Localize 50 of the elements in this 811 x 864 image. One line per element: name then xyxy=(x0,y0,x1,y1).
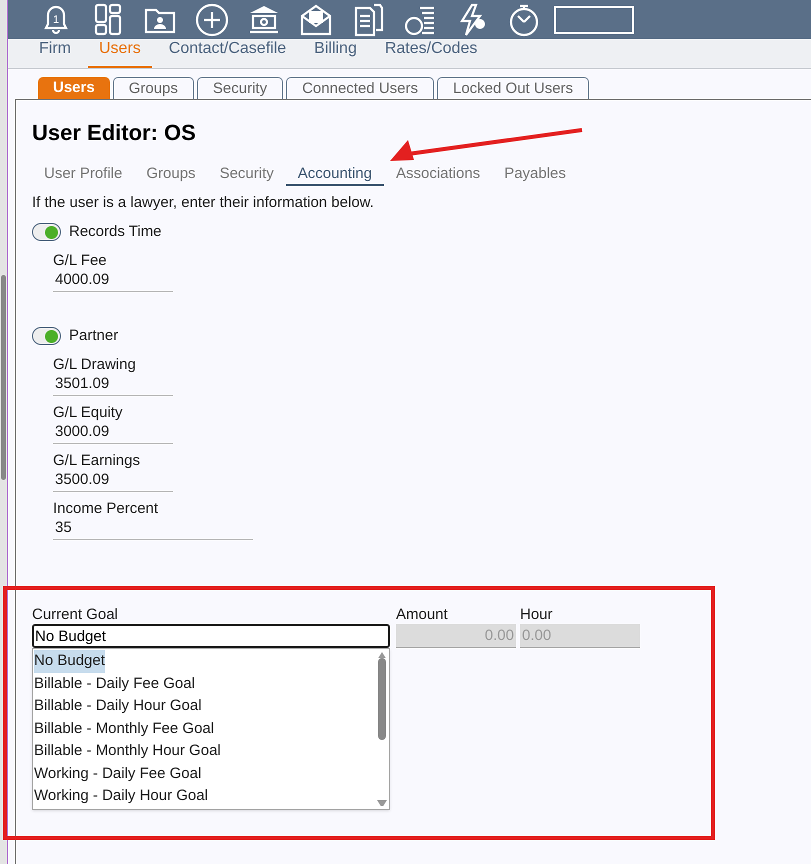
dropdown-option[interactable]: Billable - Daily Fee Goal xyxy=(34,672,373,695)
dropdown-option[interactable]: Working - Daily Fee Goal xyxy=(34,762,373,785)
field-label: G/L Equity xyxy=(53,403,124,422)
search-field[interactable] xyxy=(554,6,634,34)
intro-text: If the user is a lawyer, enter their information below. xyxy=(32,193,375,212)
nav-tab[interactable]: Firm xyxy=(28,37,82,68)
input-field: 0.00 xyxy=(520,624,640,648)
field-label: Current Goal xyxy=(32,605,119,624)
sub-tab[interactable]: Connected Users xyxy=(286,77,434,99)
section-tab[interactable]: Groups xyxy=(134,164,208,186)
section-tab[interactable]: Accounting xyxy=(286,164,384,186)
field-label: Income Percent xyxy=(53,499,160,518)
input-field[interactable]: 35 xyxy=(53,518,253,540)
input-field[interactable]: 3000.09 xyxy=(53,422,173,444)
scroll-thumb[interactable] xyxy=(378,658,386,740)
goal-input[interactable]: No Budget xyxy=(32,624,390,648)
section-tab[interactable]: Security xyxy=(208,164,286,186)
dropdown-option[interactable]: Billable - Monthly Fee Goal xyxy=(34,718,373,740)
scroll-down-icon[interactable] xyxy=(377,800,387,806)
toggle-switch[interactable] xyxy=(32,223,61,241)
field-label: Hour xyxy=(520,605,554,624)
section-tab[interactable]: Associations xyxy=(384,164,492,186)
input-field[interactable]: 3501.09 xyxy=(53,374,173,396)
dropdown-option[interactable]: No Budget xyxy=(34,650,105,672)
input-field[interactable]: 3500.09 xyxy=(53,470,173,492)
dropdown-option[interactable]: Billable - Monthly Hour Goal xyxy=(34,740,373,762)
toggle-label: Records Time xyxy=(69,222,162,242)
dropdown-list[interactable]: No Budget Billable - Daily Fee Goal Billable - Daily Hour Goal Billable - Monthly Fee Goal Billable - Monthly Hour Goal Working - Daily Fee Goal Working - Daily Hour Goal xyxy=(32,648,390,810)
toggle-switch[interactable] xyxy=(32,327,61,345)
nav-tab[interactable]: Contact/Casefile xyxy=(158,37,298,68)
nav-tab[interactable]: Rates/Codes xyxy=(374,37,488,68)
dropdown-option[interactable]: Working - Daily Hour Goal xyxy=(34,785,373,808)
sub-tab[interactable]: Users xyxy=(38,77,110,99)
sub-tab[interactable]: Groups xyxy=(112,77,194,99)
toggle-label: Partner xyxy=(69,326,118,346)
scroll-thumb[interactable] xyxy=(1,275,6,480)
sub-tab[interactable]: Locked Out Users xyxy=(437,77,590,99)
field-label: Amount xyxy=(396,605,449,624)
input-field: 0.00 xyxy=(396,624,516,648)
field-label: G/L Earnings xyxy=(53,451,141,470)
input-field[interactable]: 4000.09 xyxy=(53,270,173,292)
page-title: User Editor: OS xyxy=(32,122,196,147)
field-label: G/L Drawing xyxy=(53,355,137,374)
field-label: G/L Fee xyxy=(53,251,108,270)
nav-tab[interactable]: Billing xyxy=(303,37,368,68)
dropdown-option[interactable]: Billable - Daily Hour Goal xyxy=(34,695,373,718)
sub-tab[interactable]: Security xyxy=(196,77,284,99)
section-tab[interactable]: Payables xyxy=(492,164,578,186)
add-icon[interactable] xyxy=(194,2,230,38)
section-tab[interactable]: User Profile xyxy=(32,164,134,186)
